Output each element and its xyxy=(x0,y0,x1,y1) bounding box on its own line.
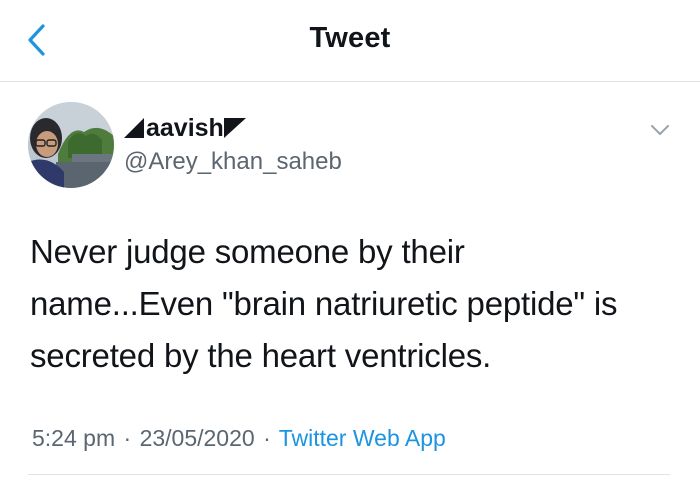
tweet-source-link[interactable]: Twitter Web App xyxy=(279,425,446,451)
user-handle[interactable]: @Arey_khan_saheb xyxy=(124,148,342,176)
tweet-text-line: name...Even "brain natriuretic peptide" … xyxy=(30,285,618,322)
tweet-date: 23/05/2020 xyxy=(139,425,255,451)
divider xyxy=(28,474,670,475)
chevron-down-icon xyxy=(651,125,669,135)
tweet-meta: 5:24 pm · 23/05/2020 · Twitter Web App xyxy=(32,425,446,452)
tweet-text-line: Never judge someone by their xyxy=(30,233,465,270)
right-triangle-icon xyxy=(223,118,246,138)
avatar[interactable] xyxy=(28,102,114,188)
left-triangle-icon xyxy=(124,118,144,138)
tweet-author[interactable]: aavish @Arey_khan_saheb xyxy=(124,114,342,176)
tweet-text-line: secreted by the heart ventricles. xyxy=(30,337,492,374)
top-bar: Tweet xyxy=(0,0,700,82)
display-name-text: aavish xyxy=(146,114,224,142)
tweet-menu-button[interactable] xyxy=(648,118,672,142)
separator-dot: · xyxy=(263,425,271,451)
page-title: Tweet xyxy=(309,22,391,54)
display-name[interactable]: aavish xyxy=(124,114,342,142)
tweet-text: Never judge someone by their name...Even… xyxy=(30,226,670,382)
profile-photo xyxy=(28,102,114,188)
tweet-time: 5:24 pm xyxy=(32,425,116,451)
separator-dot: · xyxy=(123,425,132,451)
